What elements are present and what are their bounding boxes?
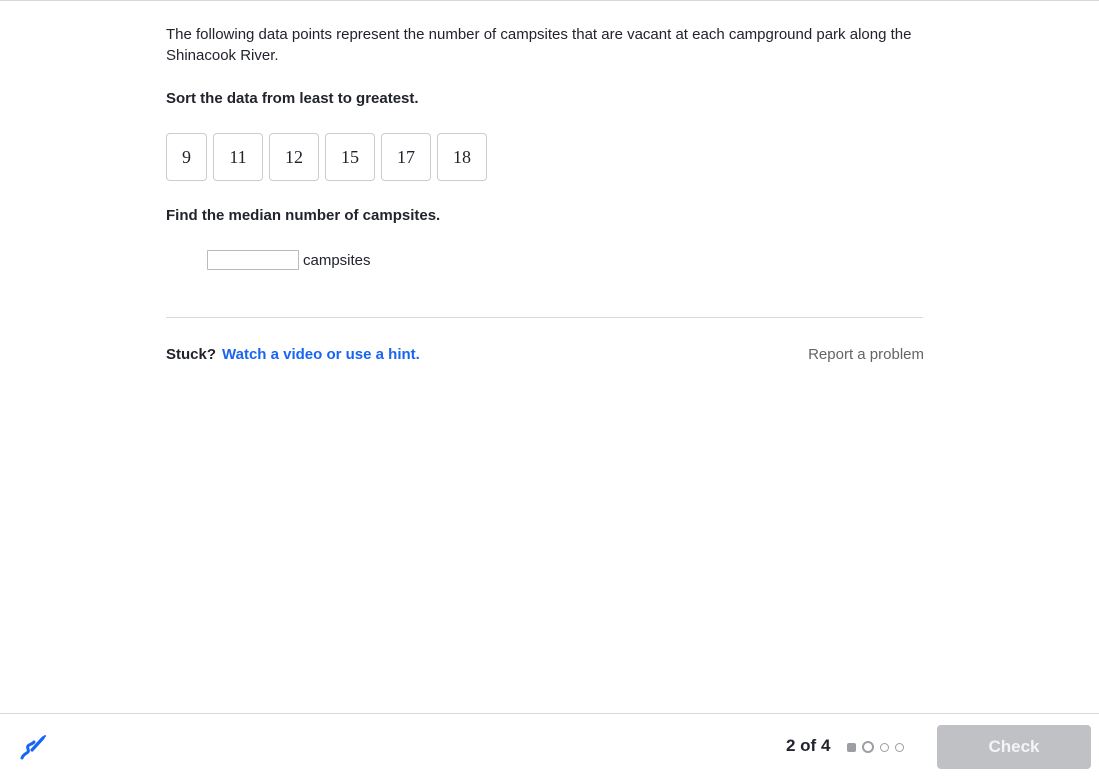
median-answer-input[interactable] xyxy=(207,250,299,270)
progress-dot-pending xyxy=(880,742,889,752)
exercise-content: The following data points represent the … xyxy=(166,24,923,270)
check-button[interactable]: Check xyxy=(937,725,1091,769)
unit-label: campsites xyxy=(303,251,371,269)
report-problem-link[interactable]: Report a problem xyxy=(808,346,924,363)
median-prompt: Find the median number of campsites. xyxy=(166,207,441,224)
sortable-tile[interactable]: 11 xyxy=(213,133,263,181)
progress-dot-current xyxy=(862,741,874,753)
hint-link[interactable]: Watch a video or use a hint. xyxy=(222,346,420,363)
divider xyxy=(166,317,923,318)
sortable-tile[interactable]: 12 xyxy=(269,133,319,181)
progress-text: 2 of 4 xyxy=(786,736,831,755)
sort-instruction: Sort the data from least to greatest. xyxy=(166,90,419,107)
stuck-label: Stuck? xyxy=(166,346,217,363)
progress-dot-pending xyxy=(895,742,904,752)
progress-dot-complete xyxy=(847,742,856,752)
sortable-tiles: 9 11 12 15 17 18 xyxy=(166,133,923,181)
answer-row: campsites xyxy=(207,250,923,270)
sortable-tile[interactable]: 15 xyxy=(325,133,375,181)
sortable-tile[interactable]: 9 xyxy=(166,133,207,181)
help-row: Stuck? Watch a video or use a hint. Repo… xyxy=(166,346,924,363)
footer-bar: 2 of 4 Check xyxy=(0,713,1099,780)
sortable-tile[interactable]: 18 xyxy=(437,133,487,181)
question-prompt: The following data points represent the … xyxy=(166,26,912,64)
top-border xyxy=(0,0,1099,1)
progress-dots xyxy=(847,741,904,753)
pen-icon[interactable] xyxy=(18,732,48,762)
sortable-tile[interactable]: 17 xyxy=(381,133,431,181)
